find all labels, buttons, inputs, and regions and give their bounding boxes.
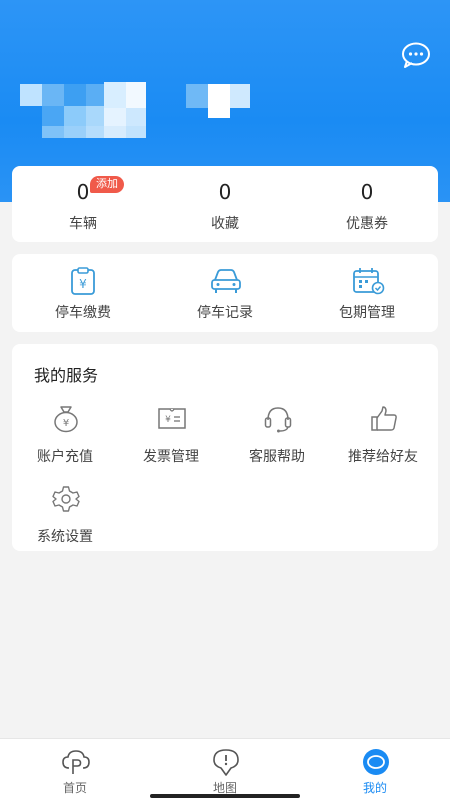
quick-action-label: 停车缴费 (55, 305, 111, 321)
stats-card: 0 添加 车辆 0 收藏 0 优惠券 (12, 166, 438, 242)
quick-action-label: 停车记录 (197, 305, 253, 321)
calendar-icon (353, 268, 385, 295)
period-management-button[interactable]: 包期管理 (296, 254, 438, 332)
service-label: 账户充值 (37, 449, 93, 465)
system-settings-button[interactable]: 系统设置 (12, 484, 118, 550)
service-label: 客服帮助 (249, 449, 305, 465)
money-bag-icon: ¥ (54, 406, 78, 433)
thumbs-up-icon (371, 406, 397, 431)
stat-value: 0 (360, 180, 374, 204)
svg-text:¥: ¥ (165, 415, 171, 425)
gear-icon (52, 486, 80, 512)
blurred-user-info (20, 82, 250, 138)
parking-fee-button[interactable]: ¥ 停车缴费 (12, 254, 154, 332)
parking-fee-icon: ¥ (71, 267, 95, 295)
stat-value: 0 (76, 180, 90, 204)
home-indicator (150, 794, 300, 798)
parking-records-button[interactable]: 停车记录 (154, 254, 296, 332)
headset-icon (264, 407, 292, 433)
invoice-management-button[interactable]: ¥ 发票管理 (118, 404, 224, 470)
cloud-p-icon (62, 750, 90, 774)
stat-label: 优惠券 (346, 216, 388, 232)
map-pin-icon (213, 749, 239, 776)
add-badge[interactable]: 添加 (90, 176, 124, 193)
quick-action-label: 包期管理 (339, 305, 395, 321)
account-recharge-button[interactable]: ¥ 账户充值 (12, 404, 118, 470)
stat-label: 收藏 (211, 216, 239, 232)
quick-actions-card: ¥ 停车缴费 停车记录 包期管理 (12, 254, 438, 332)
tab-home[interactable]: 首页 (0, 739, 150, 800)
svg-text:¥: ¥ (63, 418, 69, 429)
profile-icon (363, 749, 389, 775)
stat-coupons[interactable]: 0 优惠券 (296, 166, 438, 242)
stat-value: 0 (218, 180, 232, 204)
stat-vehicles[interactable]: 0 添加 车辆 (12, 166, 154, 242)
message-icon[interactable] (401, 42, 431, 68)
stat-favorites[interactable]: 0 收藏 (154, 166, 296, 242)
tab-label: 首页 (62, 781, 87, 795)
service-label: 推荐给好友 (348, 449, 418, 465)
recommend-friend-button[interactable]: 推荐给好友 (330, 404, 436, 470)
bottom-tab-bar: 首页 地图 我的 (0, 738, 450, 800)
services-title: 我的服务 (34, 366, 99, 385)
tab-label: 我的 (362, 781, 387, 795)
customer-service-button[interactable]: 客服帮助 (224, 404, 330, 470)
stat-label: 车辆 (69, 216, 97, 232)
my-services-card: 我的服务 ¥ 账户充值 ¥ 发票管理 客服帮助 推荐给好友 系统设置 (12, 344, 438, 551)
car-icon (211, 269, 241, 293)
service-label: 发票管理 (143, 449, 199, 465)
invoice-icon: ¥ (158, 408, 186, 429)
svg-text:¥: ¥ (79, 277, 87, 291)
tab-mine[interactable]: 我的 (300, 739, 450, 800)
service-label: 系统设置 (37, 529, 93, 545)
tab-map[interactable]: 地图 (150, 739, 300, 800)
